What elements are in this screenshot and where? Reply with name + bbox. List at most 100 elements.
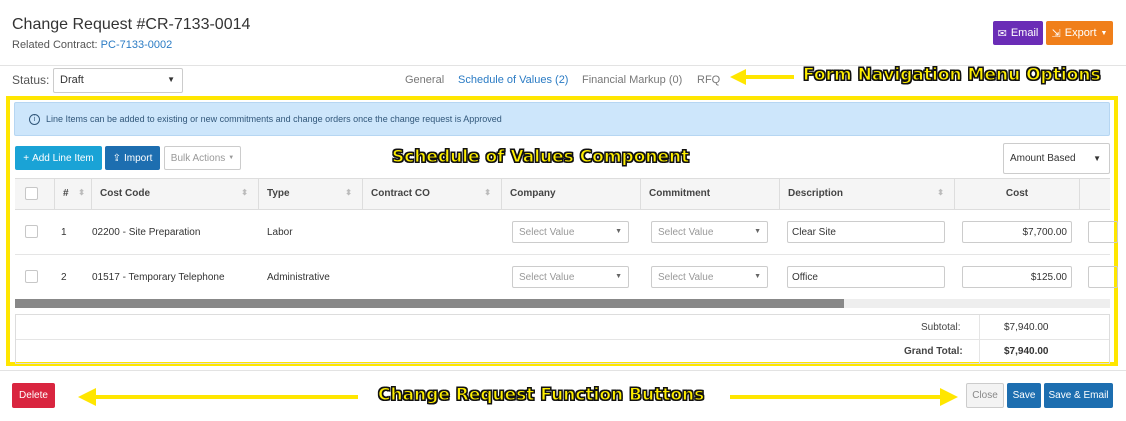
annotation-arrow-right-icon bbox=[730, 388, 958, 406]
totals-panel: Subtotal: $7,940.00 Grand Total: $7,940.… bbox=[15, 314, 1110, 364]
company-select-value: Select Value bbox=[519, 272, 575, 283]
description-input[interactable]: Office bbox=[787, 266, 945, 288]
row-type: Labor bbox=[267, 227, 293, 238]
bulk-actions-label: Bulk Actions bbox=[170, 152, 226, 164]
info-icon: i bbox=[29, 113, 40, 125]
commitment-select[interactable]: Select Value ▼ bbox=[651, 266, 768, 288]
related-contract: Related Contract: PC-7133-0002 bbox=[12, 39, 172, 51]
caret-down-icon: ▼ bbox=[228, 155, 235, 161]
save-and-email-button[interactable]: Save & Email bbox=[1044, 383, 1113, 408]
company-select[interactable]: Select Value ▼ bbox=[512, 266, 629, 288]
tab-general[interactable]: General bbox=[405, 74, 444, 86]
info-banner: i Line Items can be added to existing or… bbox=[14, 102, 1110, 136]
column-header-cost-code[interactable]: Cost Code ⬍ bbox=[92, 179, 259, 209]
delete-button[interactable]: Delete bbox=[12, 383, 55, 408]
column-description-label: Description bbox=[788, 188, 844, 199]
caret-down-icon: ▼ bbox=[167, 75, 175, 84]
column-number-label: # bbox=[63, 188, 69, 199]
related-contract-label: Related Contract: bbox=[12, 39, 98, 51]
column-header-cost: Cost bbox=[955, 179, 1080, 209]
email-button-label: Email bbox=[1010, 27, 1039, 39]
select-all-checkbox[interactable] bbox=[25, 187, 38, 200]
sort-icon: ⬍ bbox=[937, 188, 944, 197]
commitment-select-value: Select Value bbox=[658, 272, 714, 283]
table-row: 2 01517 - Temporary Telephone Administra… bbox=[15, 255, 1118, 300]
totals-divider bbox=[16, 339, 1109, 340]
annotation-function-buttons: Change Request Function Buttons bbox=[377, 385, 705, 406]
footer-divider bbox=[0, 370, 1126, 371]
tab-rfq[interactable]: RFQ bbox=[697, 74, 720, 86]
row-type: Administrative bbox=[267, 272, 330, 283]
add-line-item-button[interactable]: + Add Line Item bbox=[15, 146, 102, 170]
column-header-type[interactable]: Type ⬍ bbox=[259, 179, 363, 209]
commitment-select[interactable]: Select Value ▼ bbox=[651, 221, 768, 243]
bulk-actions-button[interactable]: Bulk Actions ▼ bbox=[164, 146, 241, 170]
totals-column-divider bbox=[979, 315, 980, 363]
row-checkbox[interactable] bbox=[25, 225, 38, 238]
column-cost-label: Cost bbox=[1005, 188, 1029, 199]
table-header: # ⬍ Cost Code ⬍ Type ⬍ Contract CO ⬍ Com… bbox=[15, 178, 1110, 210]
plus-icon: + bbox=[23, 152, 30, 164]
column-commitment-label: Commitment bbox=[649, 188, 711, 199]
row-cost-code: 02200 - Site Preparation bbox=[92, 227, 201, 238]
subtotal-value: $7,940.00 bbox=[1004, 322, 1049, 333]
company-select-value: Select Value bbox=[519, 227, 575, 238]
upload-icon: ⇪ bbox=[112, 152, 122, 164]
export-icon: ⇲ bbox=[1051, 27, 1061, 40]
annotation-arrow-left-icon bbox=[730, 69, 794, 85]
page-title: Change Request #CR-7133-0014 bbox=[12, 16, 251, 33]
annotation-sov-component: Schedule of Values Component bbox=[391, 147, 690, 168]
column-header-number[interactable]: # ⬍ bbox=[55, 179, 92, 209]
annotation-nav-options: Form Navigation Menu Options bbox=[803, 65, 1102, 86]
grand-total-value: $7,940.00 bbox=[1004, 346, 1049, 357]
caret-down-icon: ▼ bbox=[615, 273, 622, 280]
column-header-company: Company bbox=[502, 179, 641, 209]
tab-schedule-of-values[interactable]: Schedule of Values (2) bbox=[458, 74, 568, 86]
cost-input[interactable]: $7,700.00 bbox=[962, 221, 1072, 243]
import-button[interactable]: ⇪ Import bbox=[105, 146, 160, 170]
column-header-contract-co[interactable]: Contract CO ⬍ bbox=[363, 179, 502, 209]
caret-down-icon: ▼ bbox=[754, 273, 761, 280]
commitment-select-value: Select Value bbox=[658, 227, 714, 238]
caret-down-icon: ▼ bbox=[1093, 154, 1101, 163]
caret-down-icon: ▼ bbox=[615, 228, 622, 235]
annotation-arrow-left-icon bbox=[78, 388, 358, 406]
cost-input[interactable]: $125.00 bbox=[962, 266, 1072, 288]
save-button[interactable]: Save bbox=[1007, 383, 1041, 408]
column-cost-code-label: Cost Code bbox=[100, 188, 150, 199]
grand-total-label: Grand Total: bbox=[904, 346, 963, 357]
row-number: 1 bbox=[61, 227, 67, 238]
row-checkbox[interactable] bbox=[25, 270, 38, 283]
info-text: Line Items can be added to existing or n… bbox=[46, 114, 502, 124]
add-line-item-label: Add Line Item bbox=[32, 152, 94, 164]
row-cost-code: 01517 - Temporary Telephone bbox=[92, 272, 225, 283]
company-select[interactable]: Select Value ▼ bbox=[512, 221, 629, 243]
description-input[interactable]: Clear Site bbox=[787, 221, 945, 243]
subtotal-label: Subtotal: bbox=[921, 322, 961, 333]
extra-input[interactable] bbox=[1088, 221, 1118, 243]
status-label: Status: bbox=[12, 73, 50, 87]
status-select[interactable]: Draft ▼ bbox=[53, 68, 183, 93]
related-contract-link[interactable]: PC-7133-0002 bbox=[101, 39, 173, 51]
caret-down-icon: ▼ bbox=[1100, 29, 1108, 37]
header-select-all bbox=[15, 179, 55, 209]
table-row: 1 02200 - Site Preparation Labor Select … bbox=[15, 210, 1118, 255]
export-button[interactable]: ⇲ Export ▼ bbox=[1046, 21, 1113, 45]
sort-icon: ⬍ bbox=[241, 188, 248, 197]
sort-icon: ⬍ bbox=[78, 188, 85, 197]
column-header-commitment: Commitment bbox=[641, 179, 780, 209]
scrollbar-thumb[interactable] bbox=[15, 299, 844, 308]
column-header-description[interactable]: Description ⬍ bbox=[780, 179, 955, 209]
status-value: Draft bbox=[60, 74, 84, 86]
close-button[interactable]: Close bbox=[966, 383, 1004, 408]
sort-icon: ⬍ bbox=[345, 188, 352, 197]
amount-mode-select[interactable]: Amount Based ▼ bbox=[1003, 143, 1110, 174]
amount-mode-value: Amount Based bbox=[1010, 153, 1076, 164]
import-label: Import bbox=[124, 152, 153, 164]
export-button-label: Export bbox=[1064, 27, 1097, 39]
envelope-icon: ✉ bbox=[997, 27, 1007, 40]
tab-financial-markup[interactable]: Financial Markup (0) bbox=[582, 74, 682, 86]
row-number: 2 bbox=[61, 272, 67, 283]
extra-input[interactable] bbox=[1088, 266, 1118, 288]
email-button[interactable]: ✉ Email bbox=[993, 21, 1043, 45]
